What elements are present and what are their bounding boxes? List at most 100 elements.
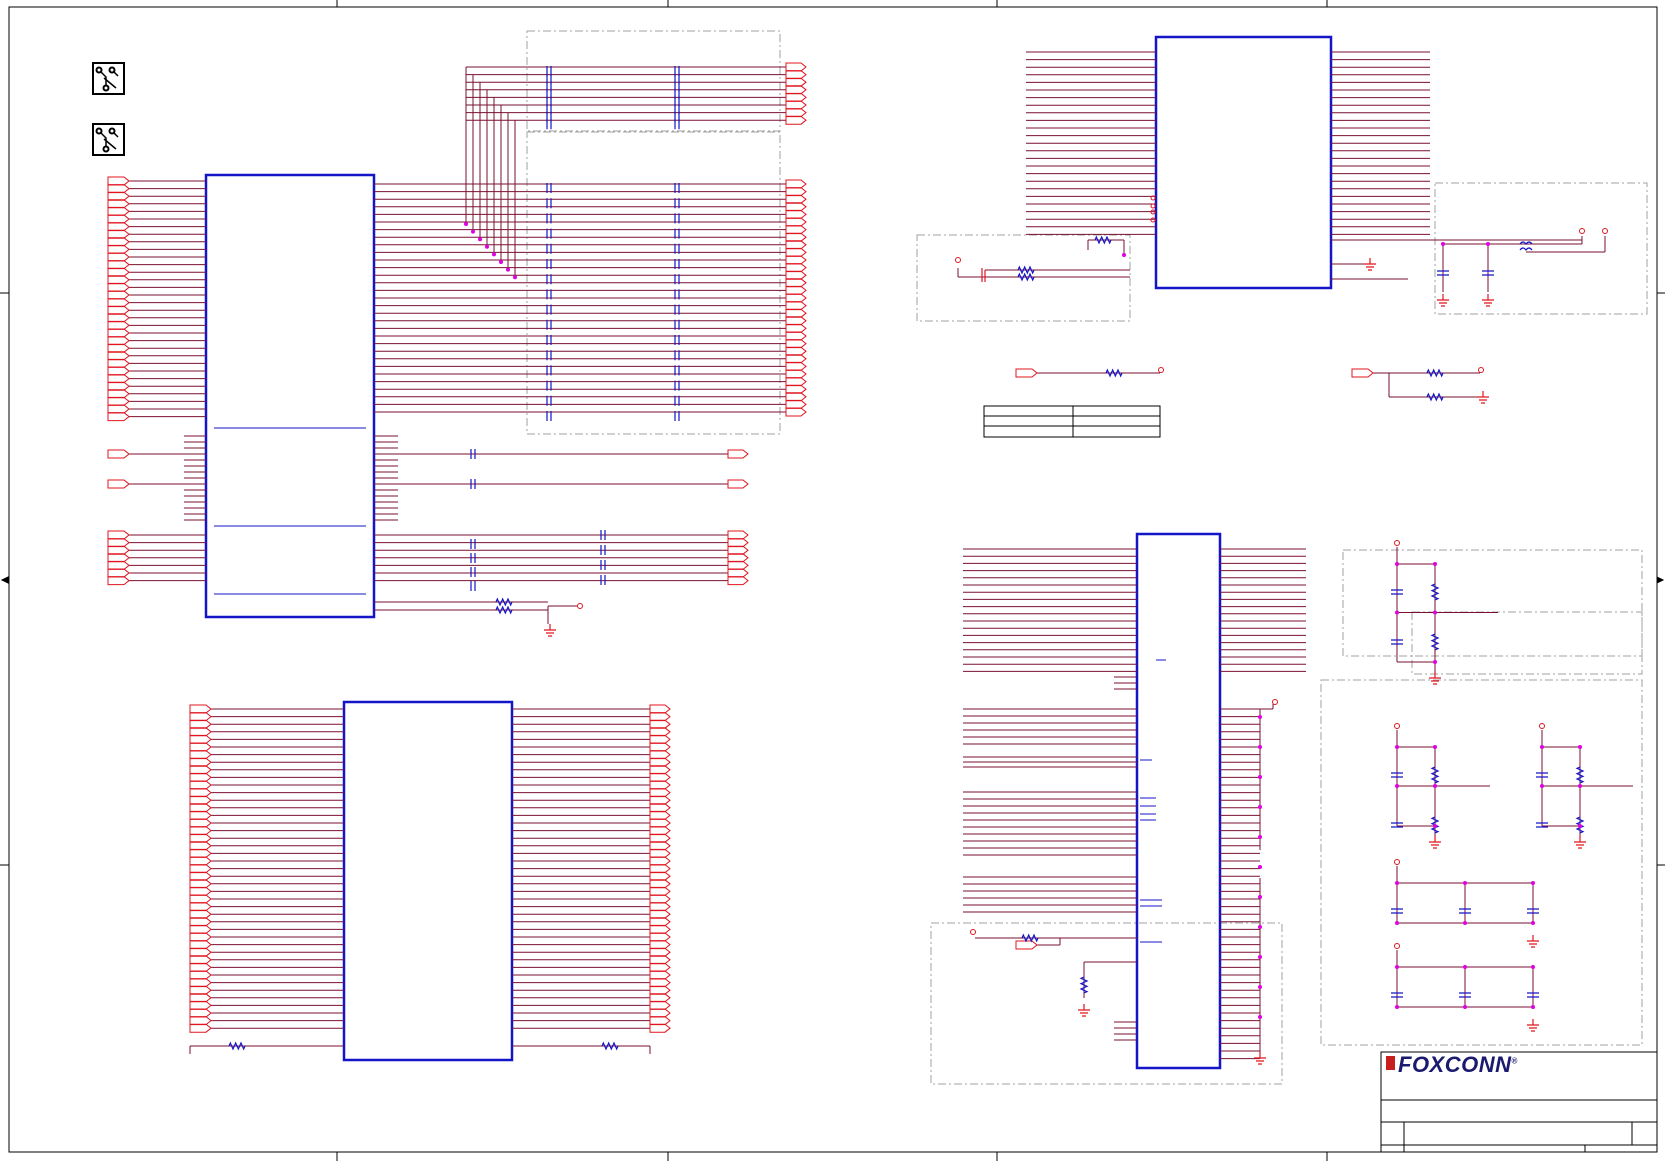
net-label [107,396,130,406]
net-label [107,366,130,376]
net-label [107,206,130,216]
net-label [649,932,671,942]
ground-symbol [1574,836,1586,849]
net-label [649,765,671,775]
net-label [785,384,807,394]
net-label [649,894,671,904]
net-label [649,1023,671,1033]
net-label [649,742,671,752]
resistor [601,1041,619,1051]
net-label [785,331,807,341]
net-label [649,985,671,995]
junction-dot [1258,955,1262,959]
net-label [785,115,807,125]
net-label [189,947,212,957]
net-label [649,734,671,744]
net-label [107,545,130,555]
net-label [189,902,212,912]
net-label [107,412,130,422]
junction-dot [1395,562,1399,566]
net-label [189,1016,212,1026]
net-label [189,727,212,737]
net-label [649,848,671,858]
net-label [649,864,671,874]
net-label [649,727,671,737]
net-label [649,818,671,828]
net-label [107,229,130,239]
junction-dot [1463,1005,1467,1009]
junction-dot [1433,784,1437,788]
net-label [649,902,671,912]
resistor [1017,272,1035,282]
net-label [107,404,130,414]
net-label [107,568,130,578]
junction-dot [1258,925,1262,929]
net-label [107,275,130,285]
net-label [649,924,671,934]
power-port [1539,723,1545,729]
net-label [107,237,130,247]
junction-dot [1578,745,1582,749]
resistor [1426,392,1444,402]
power-port [1158,367,1164,373]
net-label [189,803,212,813]
junction-dot [1258,865,1262,869]
net-label [727,538,749,548]
net-label [189,712,212,722]
junction-dot [1258,985,1262,989]
junction-dot [1540,745,1544,749]
net-label [189,1008,212,1018]
net-label [785,301,807,311]
net-label [189,894,212,904]
net-label [649,795,671,805]
net-label [785,194,807,204]
net-label [649,886,671,896]
ground-symbol [1437,294,1449,307]
net-label [189,924,212,934]
ground-symbol [1429,836,1441,849]
net-label [649,871,671,881]
net-label [785,247,807,257]
net-label [107,336,130,346]
capacitor [470,567,476,577]
net-label [107,576,130,586]
net-label [785,308,807,318]
net-label [189,765,212,775]
net-label [189,879,212,889]
junction-dot [1540,784,1544,788]
junction-dot [1531,881,1535,885]
junction-dot [1433,562,1437,566]
pin-bubble [1150,203,1156,209]
net-label [189,750,212,760]
net-label [649,856,671,866]
net-label [649,993,671,1003]
net-label [785,316,807,326]
capacitors [470,66,1548,998]
net-label [785,255,807,265]
ground-symbol [1254,1052,1266,1065]
capacitor [470,539,476,549]
net-label [189,772,212,782]
net-label [785,70,807,80]
net-label [649,757,671,767]
junction-dot [1258,835,1262,839]
power-port [1394,859,1400,865]
net-label [785,179,807,189]
resistor [1575,766,1585,784]
net-label [107,479,130,489]
net-label [785,285,807,295]
net-label [785,217,807,227]
net-label [189,734,212,744]
junction-dot [1486,242,1490,246]
net-label [727,449,749,459]
power-port [1272,699,1278,705]
net-label [649,940,671,950]
net-label [189,841,212,851]
net-label [649,1000,671,1010]
net-label [785,399,807,409]
ic-body [342,700,514,1062]
net-label [785,377,807,387]
net-label [785,232,807,242]
net-label [785,270,807,280]
net-label [649,712,671,722]
